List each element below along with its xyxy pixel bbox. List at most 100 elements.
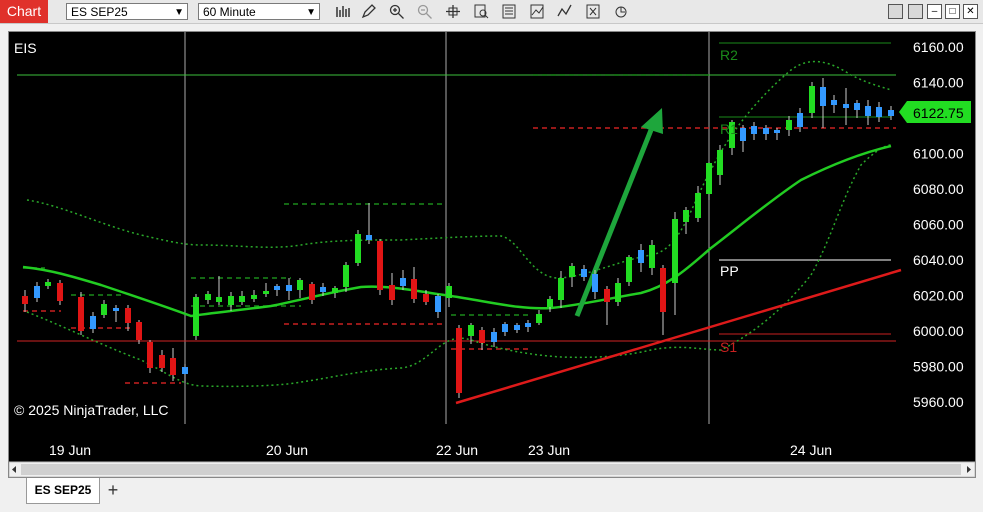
strategies-icon[interactable] — [556, 3, 574, 20]
candle-body — [182, 367, 188, 374]
zoom-out-icon[interactable] — [416, 3, 434, 20]
bars-type-icon[interactable] — [334, 3, 352, 20]
candle-body — [672, 219, 678, 283]
pivot-label-r2: R2 — [720, 47, 738, 63]
instrument-selector[interactable]: ES SEP25 ▼ — [66, 3, 188, 20]
window-restore-button[interactable] — [908, 4, 923, 19]
candle-body — [377, 241, 383, 290]
candle-body — [411, 279, 417, 299]
scrollbar-thumb — [21, 464, 961, 475]
price-tick-label: 6100.00 — [913, 146, 964, 162]
candle-body — [78, 297, 84, 331]
price-tick-label: 6040.00 — [913, 252, 964, 268]
chevron-down-icon: ▼ — [174, 7, 184, 18]
candle-body — [159, 355, 165, 368]
candle-body — [170, 358, 176, 375]
candle-body — [147, 342, 153, 368]
candle-body — [536, 314, 542, 323]
chevron-down-icon: ▼ — [306, 7, 316, 18]
candle-body — [854, 103, 860, 110]
candle-body — [468, 325, 474, 336]
instrument-value: ES SEP25 — [71, 5, 128, 19]
price-tick-label: 6140.00 — [913, 75, 964, 91]
candle — [355, 230, 361, 266]
candle-body — [423, 294, 429, 302]
share-icon[interactable] — [612, 3, 630, 20]
candle-body — [355, 234, 361, 263]
properties-icon[interactable] — [500, 3, 518, 20]
chart-tab[interactable]: Chart — [0, 0, 48, 23]
candle-body — [456, 328, 462, 393]
candle-body — [366, 235, 372, 240]
interval-selector[interactable]: 60 Minute ▼ — [198, 3, 320, 20]
close-button[interactable]: ✕ — [963, 4, 978, 19]
candle-body — [695, 193, 701, 218]
tab-es-sep25[interactable]: ES SEP25 — [26, 478, 100, 504]
candle-body — [581, 269, 587, 277]
candle-body — [446, 286, 452, 298]
candle-body — [774, 130, 780, 133]
candle-body — [491, 332, 497, 342]
candle-body — [751, 126, 757, 134]
candle-body — [558, 278, 564, 300]
crosshair-icon[interactable] — [444, 3, 462, 20]
candle-body — [216, 297, 222, 302]
candle-body — [706, 163, 712, 194]
current-price-label: 6122.75 — [913, 105, 964, 121]
chart-background — [9, 32, 975, 462]
candle-body — [263, 291, 269, 294]
candle-body — [638, 250, 644, 263]
candle-body — [101, 304, 107, 315]
candle-body — [569, 266, 575, 277]
window-settings-button[interactable] — [888, 4, 903, 19]
candle-body — [740, 128, 746, 141]
symbol-label: EIS — [14, 40, 37, 56]
candle-body — [763, 128, 769, 134]
pivot-label-r1: R1 — [720, 121, 738, 137]
copyright-label: © 2025 NinjaTrader, LLC — [14, 402, 169, 418]
pivot-label-s1: S1 — [720, 339, 737, 355]
templates-icon[interactable] — [584, 3, 602, 20]
data-box-icon[interactable] — [472, 3, 490, 20]
candle-body — [525, 323, 531, 327]
maximize-button[interactable]: □ — [945, 4, 960, 19]
candle-body — [502, 324, 508, 332]
candle-body — [888, 110, 894, 116]
candle-body — [343, 265, 349, 287]
candle-body — [228, 296, 234, 305]
candle-body — [320, 287, 326, 292]
candle-body — [239, 296, 245, 302]
candle — [456, 325, 462, 398]
indicators-icon[interactable] — [528, 3, 546, 20]
candle-body — [797, 113, 803, 127]
candle-body — [297, 280, 303, 290]
zoom-in-icon[interactable] — [388, 3, 406, 20]
date-label: 22 Jun — [436, 442, 478, 458]
price-tick-label: 6160.00 — [913, 39, 964, 55]
current-price-marker: 6122.75 — [899, 101, 971, 123]
price-tick-label: 5960.00 — [913, 394, 964, 410]
candle-body — [660, 268, 666, 312]
add-tab-button[interactable]: + — [104, 481, 122, 499]
candle-body — [125, 308, 131, 323]
candle-body — [389, 285, 395, 300]
candle-body — [831, 100, 837, 105]
candle-body — [547, 299, 553, 307]
candle-body — [286, 285, 292, 291]
price-tick-label: 6000.00 — [913, 323, 964, 339]
date-label: 19 Jun — [49, 442, 91, 458]
draw-pencil-icon[interactable] — [360, 3, 378, 20]
horizontal-scrollbar[interactable] — [8, 461, 976, 478]
chart-panel[interactable]: 6160.006140.006120.006100.006080.006060.… — [8, 31, 976, 478]
candle-body — [809, 86, 815, 113]
candle-body — [604, 289, 610, 302]
date-label: 20 Jun — [266, 442, 308, 458]
candle-body — [193, 297, 199, 336]
candle-body — [309, 284, 315, 300]
candle-body — [251, 295, 257, 299]
chart-toolbar: Chart ES SEP25 ▼ 60 Minute ▼ – □ ✕ — [0, 0, 983, 24]
candle-body — [45, 282, 51, 286]
price-chart[interactable]: 6160.006140.006120.006100.006080.006060.… — [8, 32, 976, 478]
minimize-button[interactable]: – — [927, 4, 942, 19]
date-label: 23 Jun — [528, 442, 570, 458]
